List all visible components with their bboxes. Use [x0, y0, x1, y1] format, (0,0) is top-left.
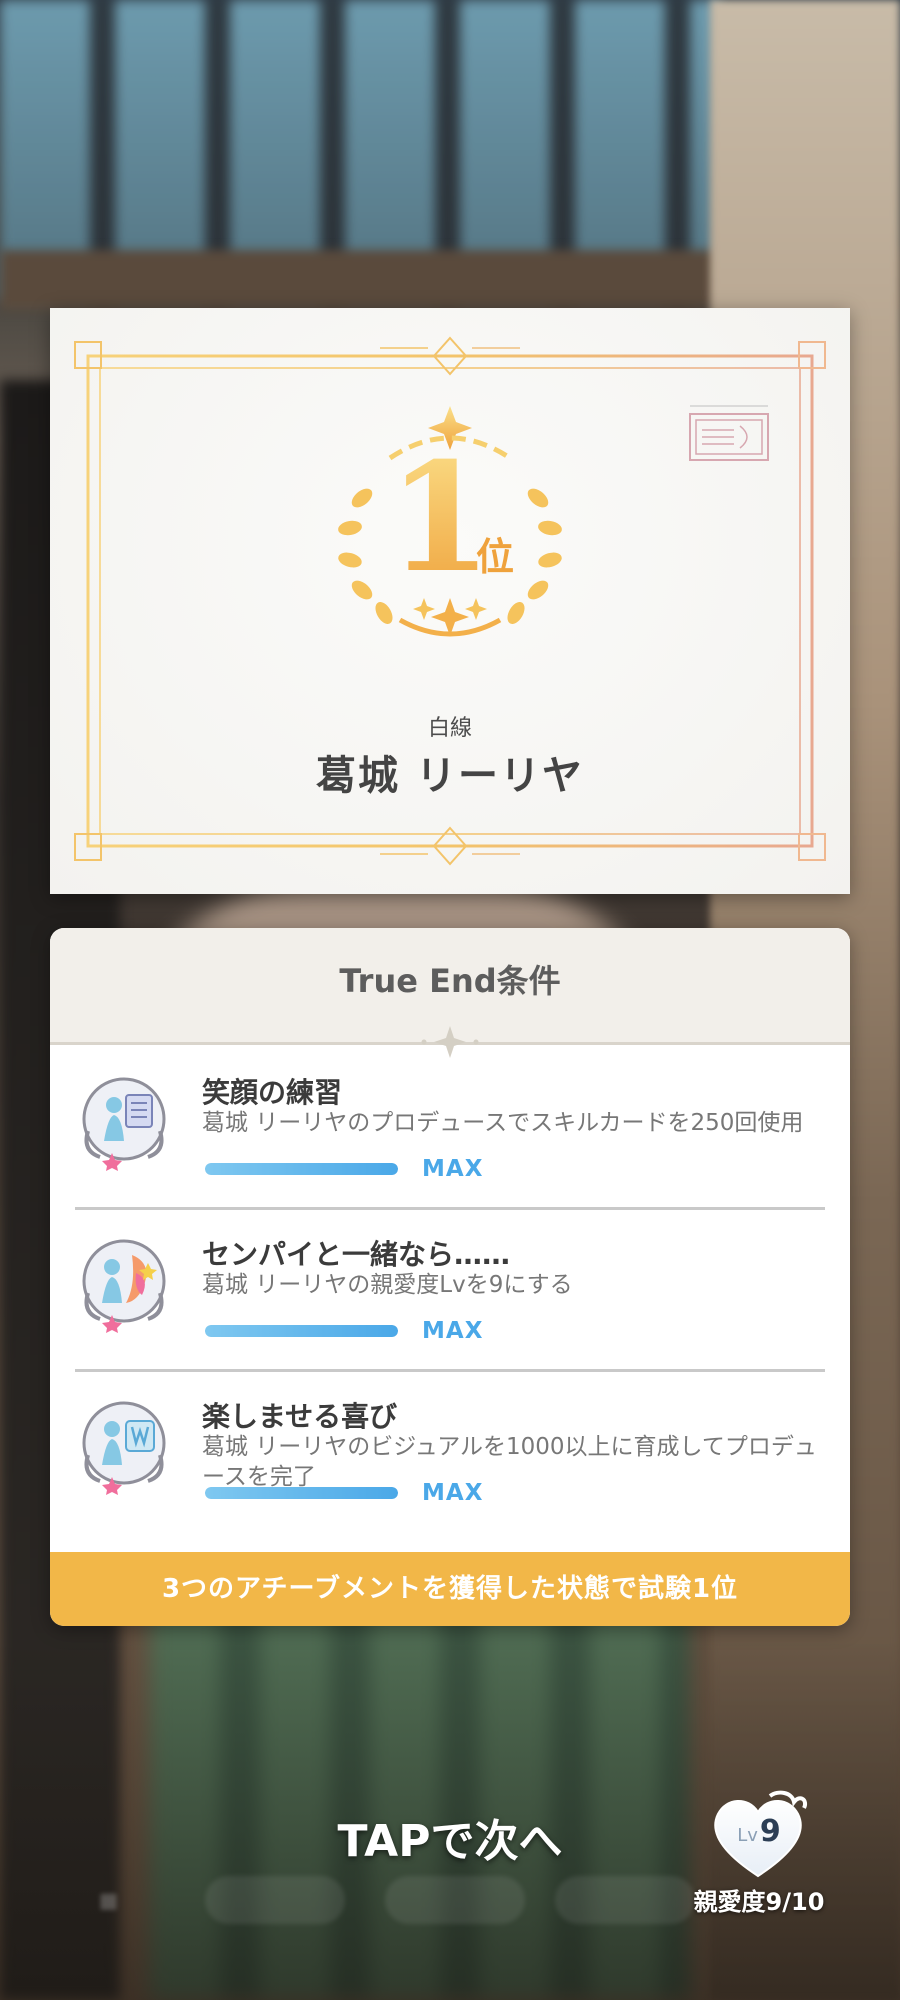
panel-title: True End条件 — [339, 962, 561, 1000]
rank-number: 1 — [388, 430, 492, 606]
blurred-control-button — [205, 1876, 345, 1924]
blurred-control-button — [385, 1876, 525, 1924]
blurred-control-bar: ▦ — [95, 1870, 695, 1930]
affinity-level-badge[interactable]: Lv9 親愛度9/10 — [684, 1790, 834, 1930]
achievement-description: 葛城 リーリヤの親愛度Lvを9にする — [202, 1272, 573, 1298]
achievement-item[interactable]: 楽しませる喜び 葛城 リーリヤのビジュアルを1000以上に育成してプロデュースを… — [50, 1369, 850, 1531]
achievement-title: 笑顔の練習 — [202, 1076, 343, 1109]
grid-icon: ▦ — [99, 1888, 118, 1912]
blurred-control-button — [555, 1876, 695, 1924]
achievement-joy-icon — [82, 1401, 166, 1495]
achievement-progress-bar — [205, 1487, 398, 1499]
achievement-item[interactable]: センパイと一緒なら…… 葛城 リーリヤの親愛度Lvを9にする MAX — [50, 1207, 850, 1369]
achievement-status: MAX — [422, 1318, 484, 1344]
affinity-lv-prefix: Lv — [737, 1825, 758, 1846]
laurel-wreath-icon: 1 位 — [338, 406, 562, 637]
certificate-stamp-icon — [689, 405, 769, 461]
idol-name: 葛城 リーリヤ — [316, 753, 584, 799]
rank-suffix: 位 — [476, 535, 514, 579]
achievement-progress-fill — [205, 1163, 398, 1175]
certificate-subtitle: 白線 — [427, 716, 472, 741]
achievement-progress-bar — [205, 1325, 398, 1337]
achievement-senpai-icon — [82, 1239, 166, 1333]
achievement-progress-fill — [205, 1487, 398, 1499]
achievement-status: MAX — [422, 1156, 484, 1182]
affinity-level: Lv9 — [724, 1814, 794, 1849]
rank-laurel-emblem: 1 位 — [320, 398, 580, 658]
ranking-certificate: 1 位 白線 葛城 リーリヤ — [50, 308, 850, 894]
achievement-item[interactable]: 笑顔の練習 葛城 リーリヤのプロデュースでスキルカードを250回使用 MAX — [50, 1045, 850, 1207]
achievement-title: センパイと一緒なら…… — [202, 1238, 511, 1271]
achievement-progress-fill — [205, 1325, 398, 1337]
achievement-smile-practice-icon — [82, 1077, 166, 1171]
affinity-label: 親愛度9/10 — [693, 1888, 825, 1916]
achievement-description: 葛城 リーリヤのプロデュースでスキルカードを250回使用 — [202, 1110, 804, 1136]
true-end-requirement-banner: 3つのアチーブメントを獲得した状態で試験1位 — [50, 1552, 850, 1626]
achievement-list: 笑顔の練習 葛城 リーリヤのプロデュースでスキルカードを250回使用 MAX セ… — [50, 1045, 850, 1531]
affinity-lv-value: 9 — [759, 1814, 781, 1849]
achievement-status: MAX — [422, 1480, 484, 1506]
achievement-title: 楽しませる喜び — [202, 1400, 398, 1433]
achievement-progress-bar — [205, 1163, 398, 1175]
achievement-description: 葛城 リーリヤのビジュアルを1000以上に育成してプロデュースを完了 — [202, 1434, 817, 1490]
true-end-conditions-panel: True End条件 笑顔の練習 葛城 リーリヤのプロデュースでスキルカードを2… — [50, 928, 850, 1626]
